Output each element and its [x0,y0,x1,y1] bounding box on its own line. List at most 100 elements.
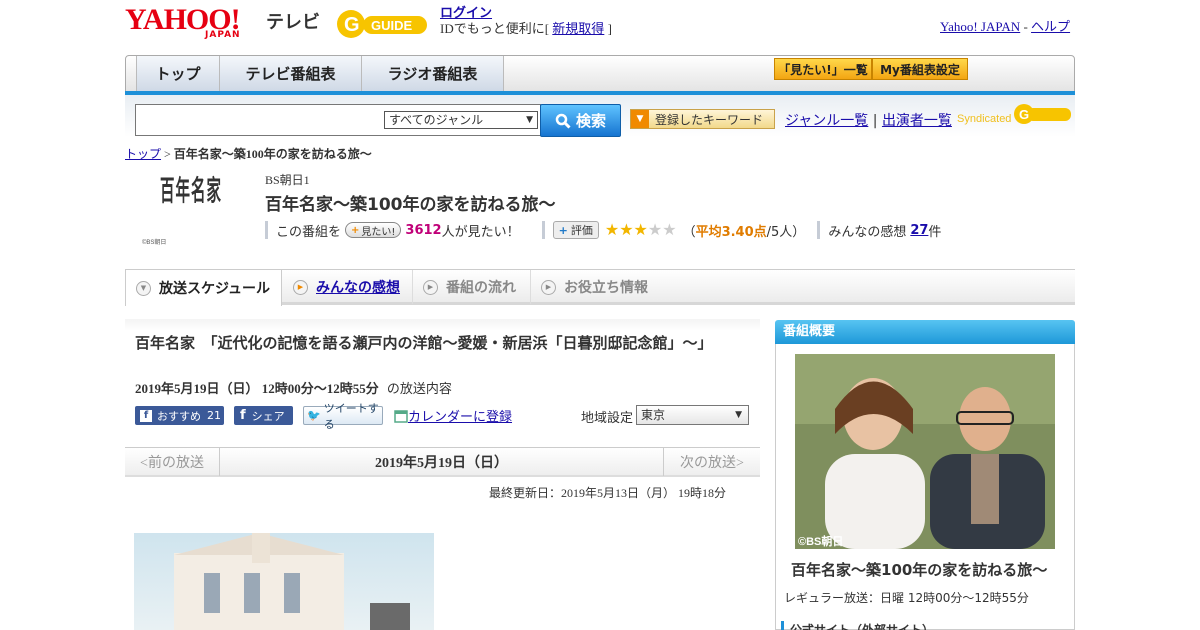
rating-average: 平均3.40点 [695,224,767,240]
rating-button[interactable]: + 評価 [552,221,599,239]
tv-service-label[interactable]: テレビ [266,8,320,34]
plus-icon: + [351,224,360,236]
tab-flow[interactable]: ▶ 番組の流れ [413,270,531,304]
login-link[interactable]: ログイン [440,5,492,20]
official-site-link[interactable]: 公式サイト（外部サイト） [781,621,934,630]
impressions-count-link[interactable]: 27 [910,223,928,238]
region-select-value: 東京 [641,408,666,422]
rating-open-paren: （ [682,224,696,240]
episode-datetime: 2019年5月19日（日） 12時00分～12時55分 [135,381,379,396]
tweet-button-label: ツイートする [323,401,379,431]
calendar-register-link[interactable]: カレンダーに登録 [408,406,512,425]
tab-useful-info[interactable]: ▶ お役立ち情報 [531,270,661,304]
login-promo-text: IDでもっと便利に[ [440,21,550,36]
header-links: Yahoo! JAPAN - ヘルプ [940,16,1070,35]
current-broadcast-date: 2019年5月19日（日） [375,456,508,471]
nav-tab-radio-schedule[interactable]: ラジオ番組表 [362,56,504,91]
header-link-separator: - [1023,19,1028,34]
next-broadcast-button[interactable]: 次の放送> [663,448,760,476]
episode-title: 百年名家 「近代化の記憶を語る瀬戸内の洋館～愛媛・新居浜「日暮別邸記念館」～」 [135,334,713,352]
main-nav: トップ テレビ番組表 ラジオ番組表 「見たい!」一覧 My番組表設定 [125,55,1075,92]
my-schedule-button[interactable]: My番組表設定 [872,58,968,80]
plus-icon: + [558,223,568,237]
genre-select[interactable]: すべてのジャンル ▼ [384,111,538,129]
tab-schedule[interactable]: ▼ 放送スケジュール [125,269,282,306]
genre-select-value: すべてのジャンル [389,113,484,127]
mitai-button[interactable]: + 見たい! [345,222,402,238]
triangle-down-icon: ▼ [136,280,151,296]
breadcrumb-separator: > [164,147,171,161]
region-select[interactable]: 東京 ▼ [636,405,749,425]
star-filled-icon: ★ [604,219,620,239]
meta-divider [817,221,821,239]
svg-text:G: G [344,14,360,36]
search-button[interactable]: 検索 [540,104,621,137]
mitai-button-label: 見たい! [361,226,396,238]
meta-divider [265,221,268,239]
prev-broadcast-button[interactable]: <前の放送 [125,448,220,476]
breadcrumb-top-link[interactable]: トップ [125,147,161,161]
genre-links: ジャンル一覧 | 出演者一覧 [785,110,952,130]
last-updated: 最終更新日：2019年5月13日（月） 19時18分 [489,486,727,500]
triangle-down-icon: ▼ [631,110,649,128]
program-overview-heading: 番組概要 [775,320,1075,344]
genre-list-link[interactable]: ジャンル一覧 [785,113,868,129]
twitter-bird-icon: 🐦 [307,409,321,422]
mitai-suffix: 人が見たい！ [441,224,520,240]
yahoo-japan-link[interactable]: Yahoo! JAPAN [940,19,1020,34]
hosts-photo-credit: ©BS朝日 [798,534,843,548]
mitai-count: 3612 [405,222,442,238]
tab-flow-label: 番組の流れ [446,280,516,296]
gguide-logo: G GUIDE [335,7,431,41]
search-button-label: 検索 [575,112,606,130]
signup-link[interactable]: 新規取得 [552,21,604,36]
tab-useful-info-label: お役立ち情報 [564,280,648,296]
episode-datetime-row: 2019年5月19日（日） 12時00分～12時55分 の放送内容 [135,378,452,397]
program-title: 百年名家～築100年の家を訪ねる旅～ [265,195,556,215]
rating-people: /5人） [766,224,806,240]
sidebar-program-title: 百年名家～築100年の家を訪ねる旅～ [791,561,1048,579]
breadcrumb-current: 百年名家～築100年の家を訪ねる旅～ [173,147,372,161]
tab-impressions-label: みんなの感想 [316,280,400,296]
broadcast-pager: <前の放送 2019年5月19日（日） 次の放送> [125,447,760,477]
facebook-recommend-label: おすすめ [157,409,201,423]
star-empty-icon: ★ [662,219,677,239]
channel-name: BS朝日1 [265,173,310,187]
program-logo-text: 百年名家 [160,174,222,207]
program-logo-credit: ©BS朝日 [142,238,166,246]
genre-links-separator: | [872,113,878,129]
svg-text:G: G [1019,107,1029,122]
program-meta: この番組を + 見たい! 3612 人が見たい！ + 評価 ★★★★★ （ 平均… [265,220,941,240]
dropdown-arrow-icon: ▼ [526,115,533,125]
registered-keyword-button[interactable]: ▼ 登録したキーワード [630,109,775,129]
nav-tab-tv-schedule[interactable]: テレビ番組表 [220,56,362,91]
mitai-prefix: この番組を [276,224,342,240]
star-filled-icon: ★ [619,219,634,239]
triangle-right-icon: ▶ [541,279,556,295]
triangle-right-icon: ▶ [423,279,438,295]
mitai-list-button[interactable]: 「見たい!」一覧 [774,58,872,80]
facebook-icon: f [140,409,152,422]
calendar-register: カレンダーに登録 [394,406,512,425]
impressions-suffix: 件 [928,224,942,240]
calendar-icon [394,409,408,423]
tab-schedule-label: 放送スケジュール [159,281,271,297]
help-link[interactable]: ヘルプ [1031,19,1070,34]
tweet-button[interactable]: 🐦 ツイートする [303,402,383,431]
magnifier-icon [555,113,571,129]
meta-divider [541,221,545,239]
syndicated-text: Syndicated [957,113,1011,125]
program-tabs: ▼ 放送スケジュール ▶ みんなの感想 ▶ 番組の流れ ▶ お役立ち情報 [125,269,1075,306]
performer-list-link[interactable]: 出演者一覧 [882,113,952,129]
program-logo: 百年名家 ©BS朝日 [138,170,242,246]
login-promo-close: ] [607,21,612,36]
impressions-prefix: みんなの感想 [828,224,907,240]
facebook-share-button[interactable]: f シェア [234,406,293,425]
facebook-recommend-button[interactable]: f おすすめ 21 [135,406,224,425]
tab-impressions[interactable]: ▶ みんなの感想 [283,270,413,304]
episode-datetime-suffix: の放送内容 [386,382,452,397]
regular-broadcast-time: レギュラー放送：日曜 12時00分～12時55分 [784,591,1029,605]
triangle-right-icon: ▶ [293,279,308,295]
dropdown-arrow-icon: ▼ [735,410,742,420]
nav-tab-top[interactable]: トップ [136,56,220,91]
